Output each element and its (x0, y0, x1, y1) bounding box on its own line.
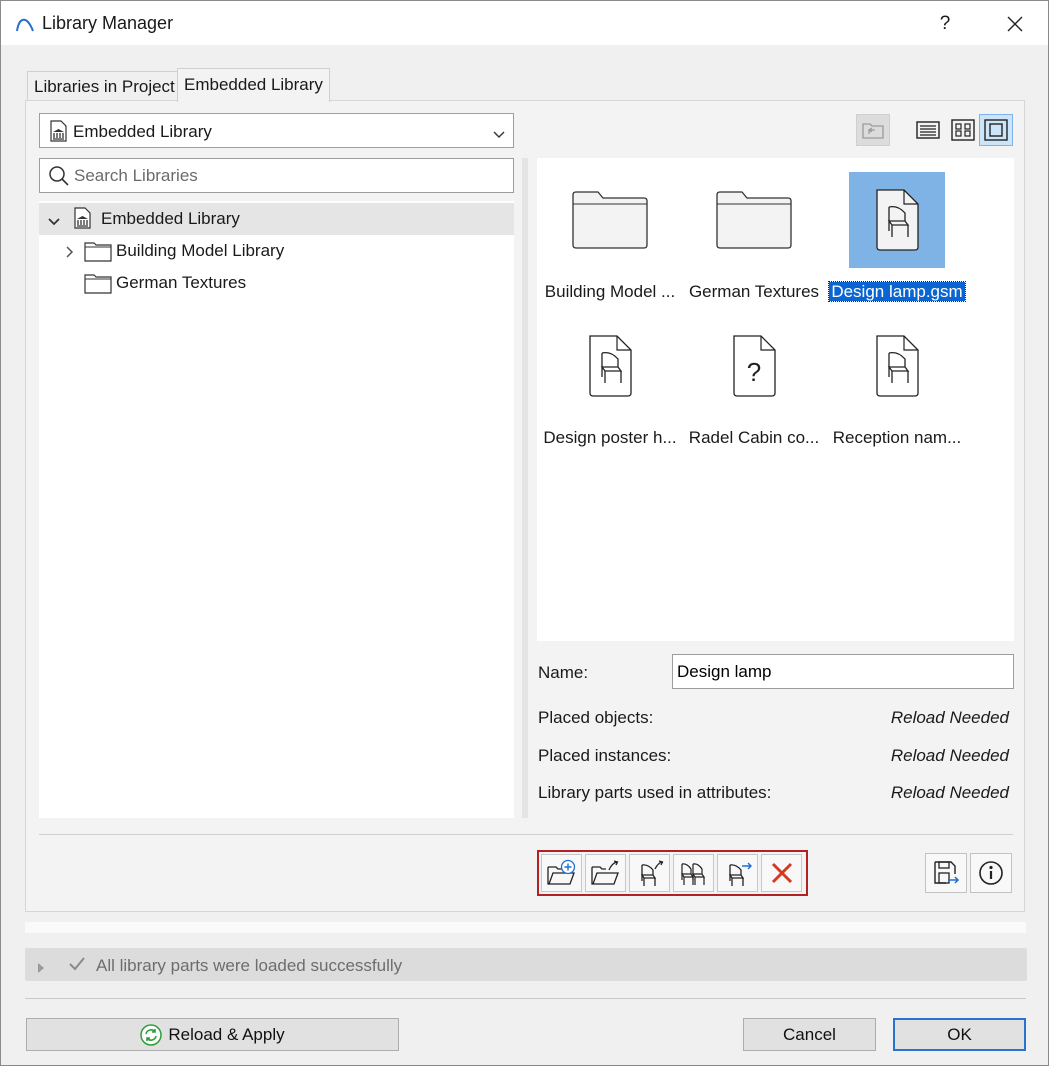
list-view-button[interactable] (911, 114, 945, 146)
list-view-icon (916, 121, 940, 139)
info-icon (979, 861, 1003, 885)
tree-item-label: Building Model Library (116, 241, 285, 260)
name-field[interactable] (677, 661, 1007, 683)
import-folder-icon (590, 860, 619, 885)
attributes-usage-label: Library parts used in attributes: (538, 783, 772, 802)
duplicate-object-icon (680, 863, 705, 885)
import-folder-button[interactable] (585, 854, 626, 892)
cancel-button[interactable]: Cancel (743, 1018, 876, 1051)
folder-icon (684, 170, 824, 270)
delete-button[interactable] (761, 854, 802, 892)
large-icons-view-icon (984, 119, 1008, 141)
tab-libraries-in-project[interactable]: Libraries in Project (27, 71, 182, 101)
new-folder-icon (546, 859, 575, 885)
move-object-button[interactable] (717, 854, 758, 892)
search-icon (48, 165, 70, 192)
tree-item-building-model-library[interactable]: Building Model Library (39, 235, 514, 267)
grid-item-reception-name[interactable]: Reception nam... (827, 316, 967, 456)
pane-splitter[interactable] (522, 158, 528, 818)
small-icons-view-icon (951, 119, 975, 141)
grid-item-building-model[interactable]: Building Model ... (540, 170, 680, 310)
name-field-box (672, 654, 1014, 689)
grid-item-german-textures[interactable]: German Textures (684, 170, 824, 310)
search-input[interactable] (74, 165, 504, 187)
tree-item-german-textures[interactable]: German Textures (39, 267, 514, 299)
chair-object-file-icon (827, 316, 967, 416)
window-title: Library Manager (42, 13, 174, 33)
chevron-down-icon (492, 125, 506, 145)
folder-icon (540, 170, 680, 270)
folder-icon (84, 240, 112, 267)
chair-object-file-icon (827, 170, 967, 270)
library-contents-grid: Building Model ... German Textures Desig… (537, 158, 1014, 641)
save-export-icon (934, 861, 960, 884)
chevron-down-icon[interactable] (47, 212, 61, 232)
placed-instances-label: Placed instances: (538, 746, 672, 765)
library-building-icon (48, 120, 68, 147)
save-export-button[interactable] (925, 853, 967, 893)
library-tree: Embedded Library Building Model Library … (39, 201, 514, 818)
grid-item-label: Radel Cabin co... (688, 428, 820, 447)
placed-objects-value: Reload Needed (890, 708, 1009, 727)
move-object-icon (728, 862, 752, 886)
tab-embedded-library[interactable]: Embedded Library (177, 68, 330, 102)
grid-item-label: Design lamp.gsm (828, 281, 966, 302)
attributes-usage-value: Reload Needed (890, 783, 1009, 802)
placed-objects-label: Placed objects: (538, 708, 654, 727)
close-button[interactable] (997, 9, 1033, 39)
archicad-arc-icon (15, 13, 35, 38)
placed-instances-value: Reload Needed (890, 746, 1009, 765)
library-selector-value: Embedded Library (73, 122, 212, 141)
help-button[interactable]: ? (927, 9, 963, 39)
grid-item-radel-cabin[interactable]: ? Radel Cabin co... (684, 316, 824, 456)
grid-item-design-poster[interactable]: Design poster h... (540, 316, 680, 456)
library-building-icon (72, 207, 92, 234)
chevron-right-icon[interactable] (65, 244, 75, 264)
import-object-button[interactable] (629, 854, 670, 892)
go-up-folder-icon (862, 123, 884, 139)
new-folder-button[interactable] (541, 854, 582, 892)
folder-icon (84, 272, 112, 299)
search-box (39, 158, 514, 193)
small-icons-view-button[interactable] (946, 114, 980, 146)
close-icon (1007, 16, 1023, 32)
go-up-folder-button[interactable] (856, 114, 890, 146)
reload-icon (140, 1023, 163, 1046)
grid-item-label: German Textures (688, 282, 820, 301)
duplicate-object-button[interactable] (673, 854, 714, 892)
library-manager-window: Library Manager ? Libraries in Project E… (0, 0, 1049, 1066)
panel-bottom-strip (25, 922, 1026, 933)
unknown-file-icon: ? (684, 316, 824, 416)
delete-icon (771, 862, 792, 884)
import-object-icon (640, 860, 663, 886)
chair-object-file-icon (540, 316, 680, 416)
info-button[interactable] (970, 853, 1012, 893)
library-tools-group (537, 850, 808, 896)
tree-item-label: German Textures (116, 273, 247, 292)
grid-item-design-lamp[interactable]: Design lamp.gsm (827, 170, 967, 310)
status-bar[interactable]: All library parts were loaded successful… (25, 948, 1027, 981)
library-selector-dropdown[interactable]: Embedded Library (39, 113, 514, 148)
status-message: All library parts were loaded successful… (96, 956, 403, 975)
reload-apply-button[interactable]: Reload & Apply (26, 1018, 399, 1051)
svg-text:?: ? (747, 357, 761, 387)
name-label: Name: (538, 663, 589, 682)
checkmark-icon (68, 956, 86, 977)
divider (25, 998, 1026, 999)
tree-item-embedded-library[interactable]: Embedded Library (39, 203, 514, 235)
grid-item-label: Reception nam... (832, 428, 962, 447)
divider (39, 834, 1013, 835)
grid-item-label: Building Model ... (544, 282, 676, 301)
grid-item-label: Design poster h... (543, 428, 677, 447)
title-bar: Library Manager ? (1, 1, 1048, 45)
large-icons-view-button[interactable] (979, 114, 1013, 146)
ok-button[interactable]: OK (893, 1018, 1026, 1051)
tree-item-label: Embedded Library (101, 209, 240, 228)
reload-apply-label: Reload & Apply (168, 1024, 285, 1044)
chevron-right-icon[interactable] (37, 959, 45, 979)
